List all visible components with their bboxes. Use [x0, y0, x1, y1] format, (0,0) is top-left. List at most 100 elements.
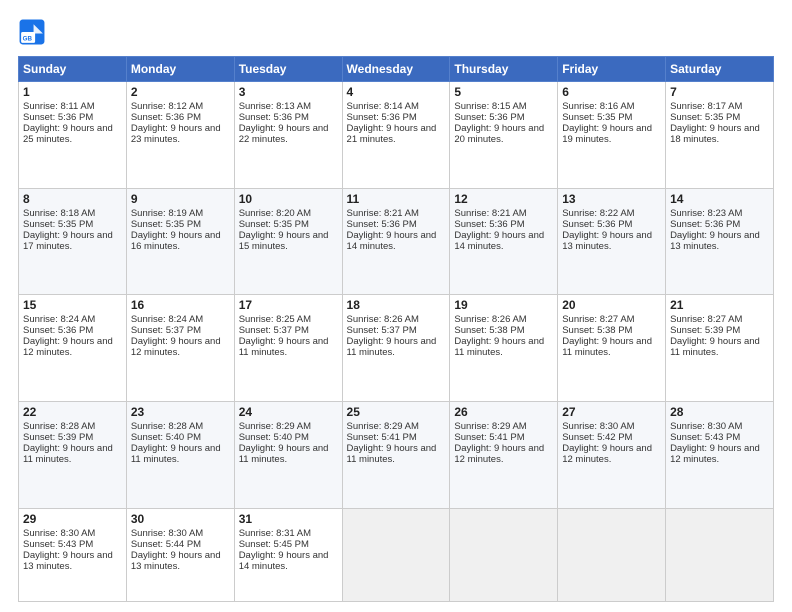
calendar-cell: 14 Sunrise: 8:23 AM Sunset: 5:36 PM Dayl… [666, 188, 774, 295]
daylight-label: Daylight: 9 hours and 22 minutes. [239, 123, 329, 145]
sunset-label: Sunset: 5:40 PM [239, 432, 309, 443]
calendar-cell: 17 Sunrise: 8:25 AM Sunset: 5:37 PM Dayl… [234, 295, 342, 402]
logo-icon: GB [18, 18, 46, 46]
calendar-cell: 23 Sunrise: 8:28 AM Sunset: 5:40 PM Dayl… [126, 401, 234, 508]
daylight-label: Daylight: 9 hours and 14 minutes. [239, 550, 329, 572]
daylight-label: Daylight: 9 hours and 15 minutes. [239, 230, 329, 252]
sunrise-label: Sunrise: 8:31 AM [239, 528, 311, 539]
sunrise-label: Sunrise: 8:14 AM [347, 101, 419, 112]
calendar-cell: 16 Sunrise: 8:24 AM Sunset: 5:37 PM Dayl… [126, 295, 234, 402]
day-number: 9 [131, 192, 230, 206]
daylight-label: Daylight: 9 hours and 14 minutes. [347, 230, 437, 252]
sunset-label: Sunset: 5:36 PM [23, 112, 93, 123]
day-number: 16 [131, 298, 230, 312]
sunrise-label: Sunrise: 8:11 AM [23, 101, 95, 112]
day-number: 5 [454, 85, 553, 99]
sunrise-label: Sunrise: 8:13 AM [239, 101, 311, 112]
daylight-label: Daylight: 9 hours and 16 minutes. [131, 230, 221, 252]
daylight-label: Daylight: 9 hours and 14 minutes. [454, 230, 544, 252]
day-number: 24 [239, 405, 338, 419]
sunset-label: Sunset: 5:43 PM [670, 432, 740, 443]
daylight-label: Daylight: 9 hours and 12 minutes. [670, 443, 760, 465]
daylight-label: Daylight: 9 hours and 13 minutes. [562, 230, 652, 252]
day-number: 20 [562, 298, 661, 312]
daylight-label: Daylight: 9 hours and 20 minutes. [454, 123, 544, 145]
calendar-cell: 3 Sunrise: 8:13 AM Sunset: 5:36 PM Dayli… [234, 82, 342, 189]
sunrise-label: Sunrise: 8:12 AM [131, 101, 203, 112]
calendar-cell: 28 Sunrise: 8:30 AM Sunset: 5:43 PM Dayl… [666, 401, 774, 508]
day-number: 27 [562, 405, 661, 419]
daylight-label: Daylight: 9 hours and 19 minutes. [562, 123, 652, 145]
sunset-label: Sunset: 5:44 PM [131, 539, 201, 550]
day-number: 22 [23, 405, 122, 419]
sunrise-label: Sunrise: 8:17 AM [670, 101, 742, 112]
daylight-label: Daylight: 9 hours and 12 minutes. [454, 443, 544, 465]
sunrise-label: Sunrise: 8:29 AM [239, 421, 311, 432]
svg-text:GB: GB [23, 36, 33, 43]
sunset-label: Sunset: 5:36 PM [23, 325, 93, 336]
calendar-cell: 4 Sunrise: 8:14 AM Sunset: 5:36 PM Dayli… [342, 82, 450, 189]
calendar-cell: 13 Sunrise: 8:22 AM Sunset: 5:36 PM Dayl… [558, 188, 666, 295]
day-number: 7 [670, 85, 769, 99]
day-number: 11 [347, 192, 446, 206]
calendar-table: SundayMondayTuesdayWednesdayThursdayFrid… [18, 56, 774, 602]
calendar-cell: 15 Sunrise: 8:24 AM Sunset: 5:36 PM Dayl… [19, 295, 127, 402]
weekday-header: Wednesday [342, 57, 450, 82]
day-number: 3 [239, 85, 338, 99]
header: GB [18, 18, 774, 46]
daylight-label: Daylight: 9 hours and 11 minutes. [562, 336, 652, 358]
calendar-cell: 27 Sunrise: 8:30 AM Sunset: 5:42 PM Dayl… [558, 401, 666, 508]
day-number: 23 [131, 405, 230, 419]
day-number: 12 [454, 192, 553, 206]
sunset-label: Sunset: 5:35 PM [239, 219, 309, 230]
calendar-cell: 9 Sunrise: 8:19 AM Sunset: 5:35 PM Dayli… [126, 188, 234, 295]
calendar-cell: 24 Sunrise: 8:29 AM Sunset: 5:40 PM Dayl… [234, 401, 342, 508]
calendar-cell: 29 Sunrise: 8:30 AM Sunset: 5:43 PM Dayl… [19, 508, 127, 601]
daylight-label: Daylight: 9 hours and 11 minutes. [239, 336, 329, 358]
sunset-label: Sunset: 5:36 PM [131, 112, 201, 123]
sunrise-label: Sunrise: 8:24 AM [23, 314, 95, 325]
daylight-label: Daylight: 9 hours and 12 minutes. [23, 336, 113, 358]
day-number: 30 [131, 512, 230, 526]
day-number: 1 [23, 85, 122, 99]
calendar-cell [450, 508, 558, 601]
daylight-label: Daylight: 9 hours and 23 minutes. [131, 123, 221, 145]
sunrise-label: Sunrise: 8:30 AM [23, 528, 95, 539]
sunrise-label: Sunrise: 8:16 AM [562, 101, 634, 112]
sunrise-label: Sunrise: 8:22 AM [562, 208, 634, 219]
sunrise-label: Sunrise: 8:15 AM [454, 101, 526, 112]
sunrise-label: Sunrise: 8:20 AM [239, 208, 311, 219]
weekday-header: Friday [558, 57, 666, 82]
daylight-label: Daylight: 9 hours and 21 minutes. [347, 123, 437, 145]
sunset-label: Sunset: 5:36 PM [670, 219, 740, 230]
sunrise-label: Sunrise: 8:26 AM [347, 314, 419, 325]
daylight-label: Daylight: 9 hours and 11 minutes. [454, 336, 544, 358]
daylight-label: Daylight: 9 hours and 11 minutes. [131, 443, 221, 465]
sunset-label: Sunset: 5:41 PM [454, 432, 524, 443]
sunset-label: Sunset: 5:40 PM [131, 432, 201, 443]
sunset-label: Sunset: 5:35 PM [23, 219, 93, 230]
day-number: 31 [239, 512, 338, 526]
sunset-label: Sunset: 5:35 PM [562, 112, 632, 123]
sunrise-label: Sunrise: 8:29 AM [347, 421, 419, 432]
sunrise-label: Sunrise: 8:29 AM [454, 421, 526, 432]
weekday-header: Thursday [450, 57, 558, 82]
sunrise-label: Sunrise: 8:27 AM [562, 314, 634, 325]
sunset-label: Sunset: 5:43 PM [23, 539, 93, 550]
calendar-cell [666, 508, 774, 601]
sunrise-label: Sunrise: 8:30 AM [562, 421, 634, 432]
sunset-label: Sunset: 5:37 PM [347, 325, 417, 336]
page: GB SundayMondayTuesdayWednesdayThursdayF… [0, 0, 792, 612]
sunset-label: Sunset: 5:37 PM [239, 325, 309, 336]
calendar-cell: 25 Sunrise: 8:29 AM Sunset: 5:41 PM Dayl… [342, 401, 450, 508]
sunset-label: Sunset: 5:36 PM [347, 219, 417, 230]
calendar-cell: 10 Sunrise: 8:20 AM Sunset: 5:35 PM Dayl… [234, 188, 342, 295]
daylight-label: Daylight: 9 hours and 13 minutes. [131, 550, 221, 572]
day-number: 26 [454, 405, 553, 419]
sunset-label: Sunset: 5:39 PM [23, 432, 93, 443]
day-number: 13 [562, 192, 661, 206]
sunrise-label: Sunrise: 8:27 AM [670, 314, 742, 325]
logo: GB [18, 18, 50, 46]
sunrise-label: Sunrise: 8:24 AM [131, 314, 203, 325]
day-number: 10 [239, 192, 338, 206]
